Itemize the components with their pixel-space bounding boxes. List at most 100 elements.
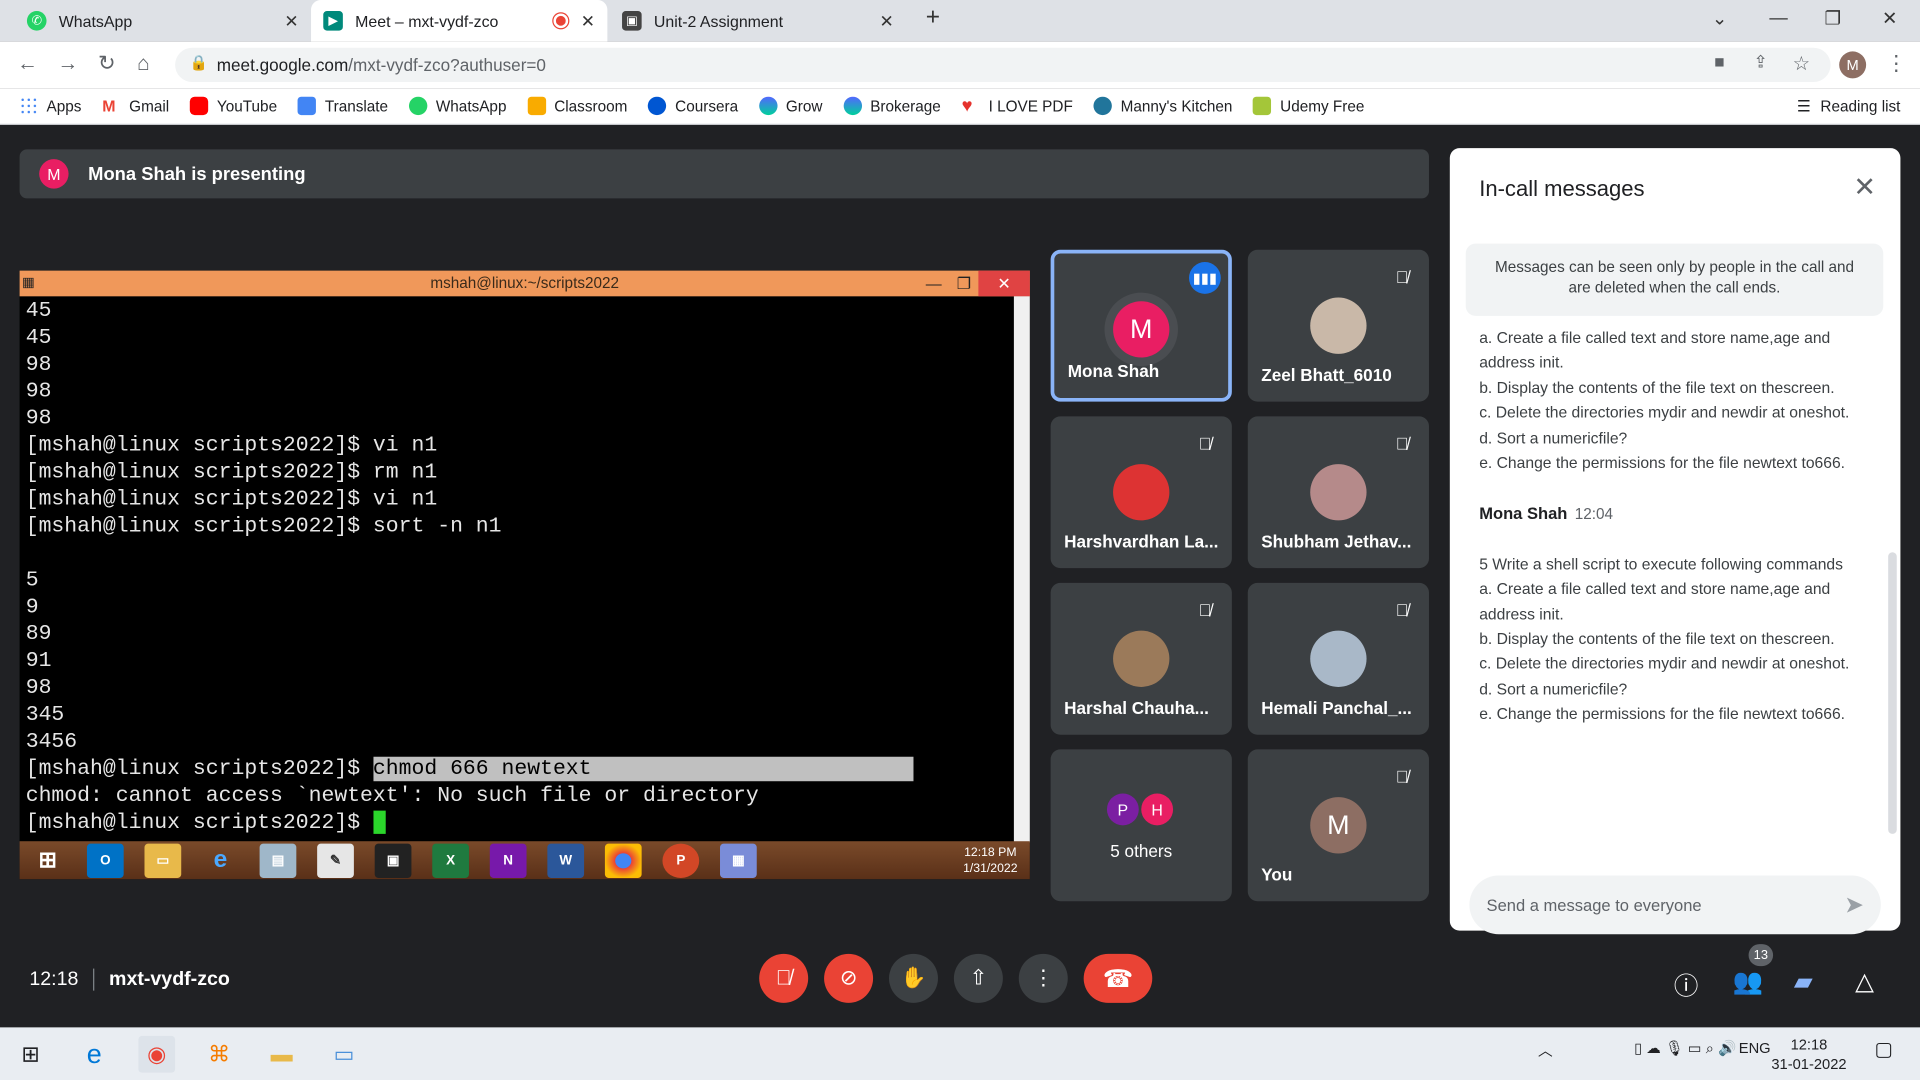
maximize-button[interactable]: ❐ <box>1825 7 1841 30</box>
camera-toggle-button[interactable]: ⊘ <box>824 953 874 1003</box>
bookmark-mannys-kitchen[interactable]: Manny's Kitchen <box>1093 96 1232 116</box>
mic-off-icon: 🎙̸ <box>775 966 792 990</box>
reload-icon[interactable]: ↻ <box>98 51 115 75</box>
camera-off-icon: ⊘ <box>839 966 858 990</box>
shared-screen: ▦ mshah@linux:~/scripts2022 — ❐ ✕ 45 45 98… <box>19 270 1030 880</box>
info-icon[interactable]: ⓘ <box>1674 966 1698 1002</box>
terminal-error: chmod: cannot access `newtext': No such … <box>25 783 759 809</box>
participant-tile[interactable]: 🎙̸ Shubham Jethav... <box>1247 416 1429 569</box>
meeting-time: 12:18 <box>29 968 79 990</box>
close-tab-icon[interactable]: ✕ <box>581 11 595 32</box>
people-icon[interactable]: 👥 <box>1733 966 1763 997</box>
message-time: 12:04 <box>1574 506 1614 524</box>
bookmark-translate[interactable]: Translate <box>297 96 388 116</box>
participant-tile[interactable]: 🎙̸ Zeel Bhatt_6010 <box>1247 249 1429 402</box>
more-options-button[interactable]: ⋮ <box>1018 953 1068 1003</box>
file-explorer-icon[interactable]: ▬ <box>263 1036 300 1073</box>
whatsapp-icon: ✆ <box>26 11 47 31</box>
participant-name: Zeel Bhatt_6010 <box>1261 364 1392 385</box>
remote-desktop-icon[interactable]: ▭ <box>326 1036 363 1073</box>
message-input[interactable]: Send a message to everyone ➤ <box>1469 875 1881 935</box>
participant-name: Harshvardhan La... <box>1064 531 1219 552</box>
translate-icon <box>297 96 317 116</box>
bookmark-grow[interactable]: Grow <box>758 96 822 116</box>
profile-avatar[interactable]: M <box>1839 51 1867 79</box>
bookmark-youtube[interactable]: YouTube <box>189 96 277 116</box>
bookmark-ilovepdf[interactable]: ♥ I LOVE PDF <box>962 97 1073 115</box>
terminal-scrollbar <box>1013 296 1030 843</box>
mic-off-icon: 🎙̸ <box>1198 433 1212 454</box>
participant-name: Hemali Panchal_... <box>1261 697 1412 718</box>
star-icon[interactable]: ☆ <box>1793 51 1811 75</box>
tab-whatsapp[interactable]: ✆ WhatsApp ✕ <box>15 0 311 42</box>
minimize-icon: — <box>925 274 942 293</box>
gmail-icon: M <box>102 96 116 116</box>
bookmark-label: Brokerage <box>870 97 941 115</box>
address-bar-row: ← → ↻ ⌂ 🔒 meet.google.com/mxt-vydf-zco?a… <box>0 41 1920 89</box>
bookmark-label: Coursera <box>675 97 739 115</box>
send-icon[interactable]: ➤ <box>1844 891 1863 919</box>
bookmark-brokerage[interactable]: Brokerage <box>843 96 941 116</box>
xampp-icon[interactable]: ⌘ <box>201 1036 238 1073</box>
participant-tile[interactable]: M ▮▮▮ Mona Shah <box>1050 249 1232 402</box>
participant-tile[interactable]: 🎙̸ Hemali Panchal_... <box>1247 582 1429 735</box>
others-tile[interactable]: P H 5 others <box>1050 749 1232 902</box>
participant-name: Harshal Chauha... <box>1064 697 1209 718</box>
raise-hand-button[interactable]: ✋ <box>888 953 938 1003</box>
terminal-cursor <box>372 810 386 834</box>
back-icon[interactable]: ← <box>17 51 38 75</box>
camera-icon[interactable]: ■ <box>1714 51 1724 71</box>
message-line: b. Display the contents of the file text… <box>1479 629 1835 648</box>
windows-start-icon[interactable]: ⊞ <box>12 1036 49 1073</box>
word-icon: W <box>547 843 585 878</box>
language-indicator[interactable]: ENG <box>1739 1040 1771 1057</box>
minimize-button[interactable]: — <box>1769 7 1787 28</box>
system-tray-icons[interactable]: ▯ ☁ 🎙 ▭ ⌕ 🔊 <box>1634 1040 1736 1058</box>
activities-icon[interactable]: △ <box>1855 966 1874 997</box>
bookmark-udemy[interactable]: Udemy Free <box>1253 96 1364 116</box>
bookmark-apps[interactable]: Apps <box>19 96 81 116</box>
forward-icon[interactable]: → <box>58 51 79 75</box>
new-tab-button[interactable]: + <box>926 4 940 32</box>
heart-icon: ♥ <box>961 95 973 117</box>
outlook-icon: O <box>86 843 124 878</box>
participant-tile[interactable]: 🎙̸ Harshvardhan La... <box>1050 416 1232 569</box>
share-icon[interactable]: ⇪ <box>1753 51 1767 72</box>
participant-tile[interactable]: 🎙̸ Harshal Chauha... <box>1050 582 1232 735</box>
show-hidden-icons[interactable]: ︿ <box>1538 1040 1553 1061</box>
mic-off-icon: 🎙̸ <box>1395 433 1409 454</box>
taskbar-clock[interactable]: 12:18 31-01-2022 <box>1771 1035 1846 1074</box>
tab-assignment[interactable]: ▣ Unit-2 Assignment ✕ <box>610 0 906 42</box>
putty-icon: ▦ <box>22 275 35 291</box>
menu-icon[interactable]: ⋮ <box>1886 51 1907 75</box>
panel-scrollbar[interactable] <box>1888 552 1897 834</box>
message-line: e. Change the permissions for the file n… <box>1479 704 1846 723</box>
onenote-icon: N <box>489 843 527 878</box>
windows-taskbar: ⊞ e ◉ ⌘ ▬ ▭ ︿ ▯ ☁ 🎙 ▭ ⌕ 🔊 ENG 12:18 31-01… <box>0 1027 1920 1080</box>
edge-icon[interactable]: e <box>76 1036 113 1073</box>
bookmark-gmail[interactable]: M Gmail <box>102 97 169 115</box>
leave-call-button[interactable]: ☎ <box>1083 953 1153 1003</box>
notifications-icon[interactable]: ▢ <box>1875 1037 1894 1061</box>
close-tab-icon[interactable]: ✕ <box>880 11 894 32</box>
bookmark-classroom[interactable]: Classroom <box>527 96 627 116</box>
home-icon[interactable]: ⌂ <box>137 51 150 75</box>
chrome-icon[interactable]: ◉ <box>138 1035 176 1073</box>
bookmark-whatsapp[interactable]: WhatsApp <box>408 96 506 116</box>
mic-toggle-button[interactable]: 🎙̸ <box>759 953 809 1003</box>
others-avatars: P H <box>1106 793 1174 826</box>
close-tab-icon[interactable]: ✕ <box>284 11 298 32</box>
bookmark-coursera[interactable]: Coursera <box>648 96 739 116</box>
tab-search-icon[interactable]: ⌄ <box>1712 7 1727 30</box>
self-tile[interactable]: M 🎙̸ You <box>1247 749 1429 902</box>
reading-list-button[interactable]: ☰ Reading list <box>1797 97 1901 115</box>
lock-icon: 🔒 <box>189 53 209 72</box>
tab-meet[interactable]: ▶ Meet – mxt-vydf-zco ✕ <box>311 0 608 42</box>
present-button[interactable]: ⇧ <box>953 953 1003 1003</box>
url-input[interactable]: 🔒 meet.google.com/mxt-vydf-zco?authuser=… <box>175 47 1831 83</box>
excel-icon: X <box>432 843 469 878</box>
remote-clock-time: 12:18 PM <box>964 846 1017 860</box>
chat-icon[interactable]: ▰ <box>1794 966 1813 997</box>
close-window-button[interactable]: ✕ <box>1882 7 1897 30</box>
close-panel-button[interactable]: ✕ <box>1853 171 1876 203</box>
